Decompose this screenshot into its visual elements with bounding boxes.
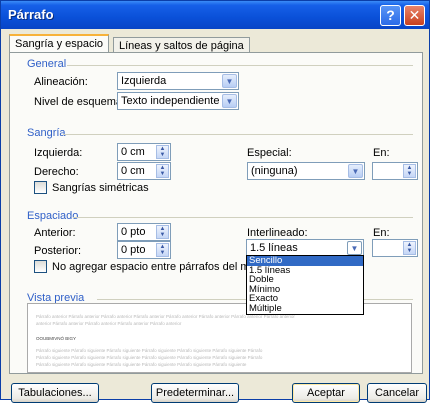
mirror-indents-label: Sangrías simétricas bbox=[52, 182, 149, 194]
cancel-button[interactable]: Cancelar bbox=[367, 383, 427, 403]
indent-left-value: 0 cm bbox=[121, 146, 145, 158]
line-spacing-label: Interlineado: bbox=[247, 227, 308, 239]
outline-level-select[interactable]: Texto independiente ▼ bbox=[117, 92, 239, 110]
spacing-before-value: 0 pto bbox=[121, 226, 146, 238]
spacing-after-spinner[interactable]: 0 pto ▲ ▼ bbox=[117, 241, 171, 259]
section-spacing-title: Espaciado bbox=[27, 210, 79, 222]
title-bar[interactable]: Párrafo ? ✕ bbox=[1, 1, 429, 29]
spinner-arrows-icon[interactable]: ▲ ▼ bbox=[156, 243, 169, 257]
section-divider bbox=[63, 134, 413, 135]
tabs-button[interactable]: Tabulaciones... bbox=[11, 383, 99, 403]
chevron-down-icon[interactable]: ▼ bbox=[347, 241, 362, 255]
indent-by-spinner[interactable]: ▲ ▼ bbox=[372, 162, 418, 180]
spinner-arrows-icon[interactable]: ▲ ▼ bbox=[403, 241, 416, 255]
alignment-value: Izquierda bbox=[121, 75, 167, 87]
line-spacing-value: 1.5 líneas bbox=[250, 242, 298, 254]
outline-level-label: Nivel de esquema: bbox=[34, 96, 126, 108]
preview-previous-line: anterior Párrafo anterior Párrafo anteri… bbox=[36, 321, 182, 326]
indent-left-spinner[interactable]: 0 cm ▲ ▼ bbox=[117, 143, 171, 161]
spinner-arrows-icon[interactable]: ▲ ▼ bbox=[156, 164, 169, 178]
indent-right-label: Derecho: bbox=[34, 166, 79, 178]
spinner-arrows-icon[interactable]: ▲ ▼ bbox=[156, 145, 169, 159]
spacing-after-label: Posterior: bbox=[34, 245, 82, 257]
special-indent-value: (ninguna) bbox=[251, 165, 298, 177]
section-divider bbox=[73, 217, 413, 218]
section-general-title: General bbox=[27, 58, 67, 70]
help-button[interactable]: ? bbox=[380, 5, 401, 26]
line-spacing-at-label: En: bbox=[373, 227, 390, 239]
spacing-before-label: Anterior: bbox=[34, 227, 76, 239]
chevron-down-icon[interactable]: ▼ bbox=[348, 164, 363, 178]
dialog-title: Párrafo bbox=[8, 7, 54, 22]
tab-indents-spacing[interactable]: Sangría y espacio bbox=[9, 34, 110, 53]
chevron-down-icon[interactable]: ▼ bbox=[222, 74, 237, 88]
set-default-button[interactable]: Predeterminar... bbox=[151, 383, 239, 403]
line-spacing-dropdown-list[interactable]: Sencillo 1.5 líneas Doble Mínimo Exacto … bbox=[246, 255, 364, 315]
indent-by-label: En: bbox=[373, 147, 390, 159]
section-indent-title: Sangría bbox=[27, 127, 66, 139]
spinner-arrows-icon[interactable]: ▲ ▼ bbox=[403, 164, 416, 178]
preview-next-line: Párrafo siguiente Párrafo siguiente Párr… bbox=[36, 355, 263, 360]
spinner-arrows-icon[interactable]: ▲ ▼ bbox=[156, 225, 169, 239]
alignment-select[interactable]: Izquierda ▼ bbox=[117, 72, 239, 90]
mirror-indents-checkbox[interactable] bbox=[34, 181, 47, 194]
indent-right-spinner[interactable]: 0 cm ▲ ▼ bbox=[117, 162, 171, 180]
outline-level-value: Texto independiente bbox=[121, 95, 220, 107]
no-space-same-style-checkbox[interactable] bbox=[34, 260, 47, 273]
line-spacing-at-spinner[interactable]: ▲ ▼ bbox=[372, 239, 418, 257]
preview-next-line: Párrafo siguiente Párrafo siguiente Párr… bbox=[36, 362, 247, 367]
alignment-label: Alineación: bbox=[34, 76, 88, 88]
spacing-before-spinner[interactable]: 0 pto ▲ ▼ bbox=[117, 223, 171, 241]
chevron-down-icon[interactable]: ▼ bbox=[222, 94, 237, 108]
indent-right-value: 0 cm bbox=[121, 165, 145, 177]
line-spacing-option-multiple[interactable]: Múltiple bbox=[247, 304, 363, 314]
preview-next-line: Párrafo siguiente Párrafo siguiente Párr… bbox=[36, 348, 263, 353]
special-indent-label: Especial: bbox=[247, 147, 292, 159]
paragraph-dialog: Párrafo ? ✕ Sangría y espacio Líneas y s… bbox=[0, 0, 430, 403]
spacing-after-value: 0 pto bbox=[121, 244, 146, 256]
special-indent-select[interactable]: (ninguna) ▼ bbox=[247, 162, 365, 180]
section-divider bbox=[67, 65, 413, 66]
preview-sample-text: OOUBMIVNÓ BIGY bbox=[36, 336, 77, 341]
ok-button[interactable]: Aceptar bbox=[292, 383, 360, 403]
indent-left-label: Izquierda: bbox=[34, 147, 83, 159]
close-button[interactable]: ✕ bbox=[404, 5, 425, 26]
